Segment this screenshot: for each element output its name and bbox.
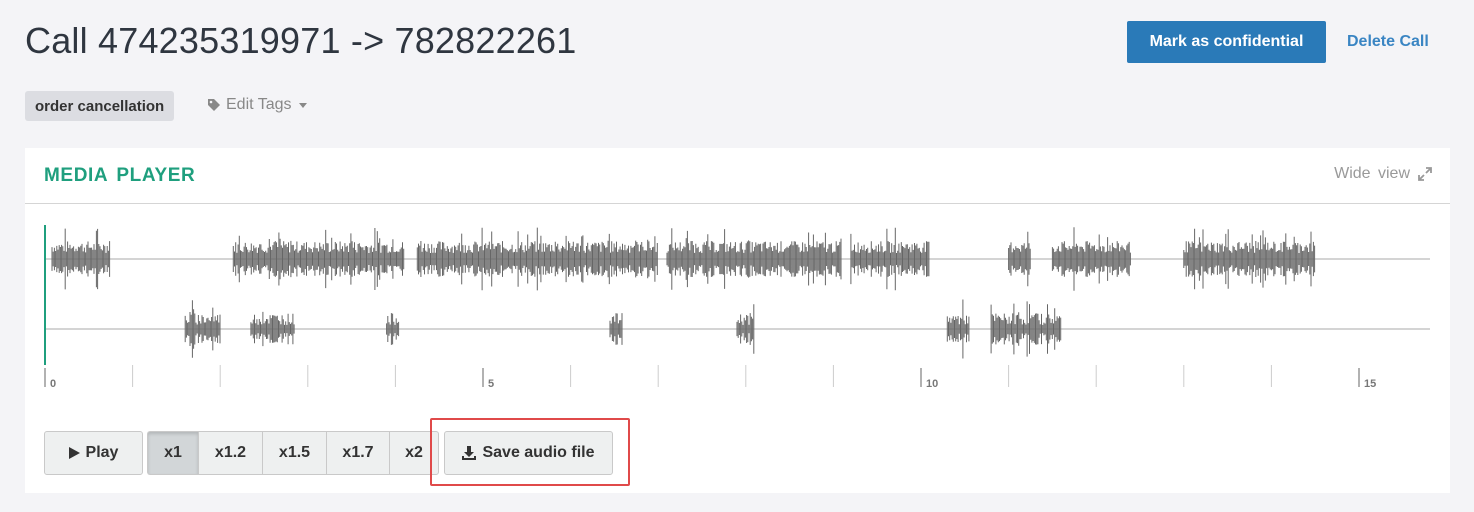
tag-icon bbox=[208, 99, 220, 111]
expand-icon bbox=[1418, 167, 1432, 181]
tick-label: 15 bbox=[1364, 378, 1376, 390]
play-label: Play bbox=[85, 444, 119, 461]
delete-call-link[interactable]: Delete Call bbox=[1347, 33, 1429, 51]
speed-selector: x1 x1.2 x1.5 x1.7 x2 bbox=[147, 431, 439, 475]
speed-x2-button[interactable]: x2 bbox=[389, 431, 439, 475]
wide-view-button[interactable]: Wide view bbox=[1334, 165, 1432, 183]
edit-tags-label: Edit Tags bbox=[226, 96, 292, 113]
speed-x1-7-button[interactable]: x1.7 bbox=[326, 431, 389, 475]
player-controls: Play x1 x1.2 x1.5 x1.7 x2 Save audio fil… bbox=[44, 431, 613, 475]
tick-label: 5 bbox=[488, 378, 494, 390]
speed-x1-5-button[interactable]: x1.5 bbox=[262, 431, 326, 475]
panel-header: MEDIA PLAYER Wide view bbox=[25, 148, 1450, 204]
page-title: Call 474235319971 -> 782822261 bbox=[25, 20, 577, 61]
waveform-channel bbox=[51, 227, 1316, 291]
tick-label: 0 bbox=[50, 378, 56, 390]
edit-tags-dropdown[interactable]: Edit Tags bbox=[207, 96, 307, 114]
play-button[interactable]: Play bbox=[44, 431, 143, 475]
waveform[interactable]: 0 5 10 15 bbox=[25, 205, 1450, 395]
save-audio-button[interactable]: Save audio file bbox=[444, 431, 613, 475]
tag-badge: order cancellation bbox=[25, 91, 175, 121]
mark-confidential-button[interactable]: Mark as confidential bbox=[1127, 21, 1326, 63]
wide-view-label: Wide view bbox=[1334, 165, 1410, 182]
download-icon bbox=[462, 446, 477, 460]
panel-title: MEDIA PLAYER bbox=[44, 165, 196, 186]
save-audio-label: Save audio file bbox=[482, 444, 595, 461]
chevron-down-icon bbox=[298, 102, 307, 108]
speed-x1-button[interactable]: x1 bbox=[147, 431, 198, 475]
speed-x1-2-button[interactable]: x1.2 bbox=[198, 431, 262, 475]
media-player-panel: MEDIA PLAYER Wide view 0 5 10 15 Play x1 x1… bbox=[25, 148, 1450, 493]
play-icon bbox=[68, 447, 80, 459]
tick-label: 10 bbox=[926, 378, 938, 390]
